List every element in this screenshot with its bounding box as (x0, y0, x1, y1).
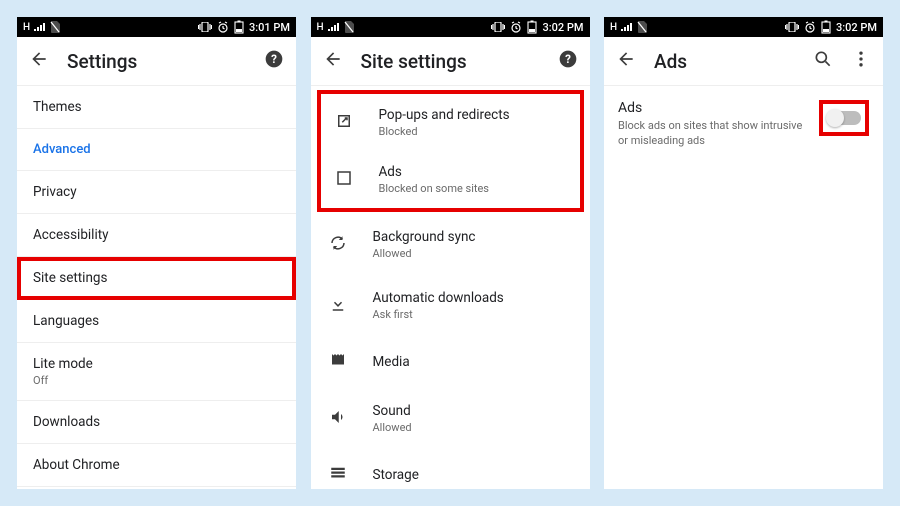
list-item-background-sync[interactable]: Background sync Allowed (311, 214, 590, 275)
no-sim-icon (637, 21, 647, 33)
section-advanced: Advanced (17, 129, 296, 171)
download-icon (329, 295, 347, 317)
list-item-languages[interactable]: Languages (17, 300, 296, 343)
site-settings-list: Pop-ups and redirects Blocked Ads Blocke… (311, 85, 590, 489)
signal-type-label: H (23, 22, 30, 33)
status-bar: H 3:02 PM (604, 17, 883, 37)
page-title: Ads (654, 50, 795, 73)
list-item-storage[interactable]: Storage (311, 449, 590, 489)
svg-text:?: ? (565, 52, 571, 66)
list-item-auto-downloads[interactable]: Automatic downloads Ask first (311, 275, 590, 336)
help-icon[interactable]: ? (558, 49, 578, 73)
list-item-site-settings[interactable]: Site settings (17, 257, 296, 300)
overflow-menu-icon[interactable] (851, 49, 871, 73)
ads-toggle-row: Ads Block ads on sites that show intrusi… (604, 86, 883, 163)
search-icon[interactable] (813, 49, 833, 73)
status-bar: H 3:01 PM (17, 17, 296, 37)
alarm-icon (217, 21, 229, 33)
help-icon[interactable]: ? (264, 49, 284, 73)
app-bar: Site settings ? (311, 37, 590, 85)
app-bar: Ads (604, 37, 883, 85)
list-item-ads[interactable]: Ads Blocked on some sites (321, 151, 580, 208)
list-item-themes[interactable]: Themes (17, 86, 296, 129)
clock-label: 3:02 PM (836, 21, 877, 34)
ads-content: Ads Block ads on sites that show intrusi… (604, 85, 883, 489)
back-icon[interactable] (29, 49, 49, 73)
no-sim-icon (50, 21, 60, 33)
status-bar: H 3:02 PM (311, 17, 590, 37)
vibrate-icon (198, 22, 212, 32)
back-icon[interactable] (323, 49, 343, 73)
list-item-lite-mode[interactable]: Lite mode Off (17, 343, 296, 401)
no-sim-icon (344, 21, 354, 33)
signal-type-label: H (317, 22, 324, 33)
list-item-sound[interactable]: Sound Allowed (311, 388, 590, 449)
settings-screen: H 3:01 PM Settings ? Themes Advanced Pri… (17, 17, 296, 489)
page-title: Site settings (361, 50, 540, 73)
ads-screen: H 3:02 PM Ads Ads Block ads (604, 17, 883, 489)
ads-label: Ads (618, 100, 807, 116)
ads-icon (335, 169, 353, 191)
popup-icon (335, 112, 353, 134)
storage-icon (329, 464, 347, 486)
back-icon[interactable] (616, 49, 636, 73)
ads-toggle[interactable] (827, 111, 861, 125)
svg-text:?: ? (271, 52, 277, 66)
ads-description: Block ads on sites that show intrusive o… (618, 119, 807, 149)
settings-list: Themes Advanced Privacy Accessibility Si… (17, 85, 296, 489)
signal-icon (34, 22, 46, 32)
sync-icon (329, 234, 347, 256)
sound-icon (329, 408, 347, 430)
alarm-icon (804, 21, 816, 33)
highlighted-group: Pop-ups and redirects Blocked Ads Blocke… (317, 90, 584, 212)
list-item-about-chrome[interactable]: About Chrome (17, 444, 296, 487)
list-item-popups[interactable]: Pop-ups and redirects Blocked (321, 94, 580, 151)
page-title: Settings (67, 50, 246, 73)
media-icon (329, 351, 347, 373)
battery-icon (527, 20, 537, 34)
battery-icon (821, 20, 831, 34)
toggle-highlight (819, 100, 869, 136)
site-settings-screen: H 3:02 PM Site settings ? (311, 17, 590, 489)
battery-icon (234, 20, 244, 34)
vibrate-icon (491, 22, 505, 32)
signal-icon (328, 22, 340, 32)
alarm-icon (510, 21, 522, 33)
app-bar: Settings ? (17, 37, 296, 85)
clock-label: 3:01 PM (249, 21, 290, 34)
list-item-media[interactable]: Media (311, 336, 590, 388)
signal-type-label: H (610, 22, 617, 33)
list-item-accessibility[interactable]: Accessibility (17, 214, 296, 257)
vibrate-icon (785, 22, 799, 32)
signal-icon (621, 22, 633, 32)
clock-label: 3:02 PM (542, 21, 583, 34)
list-item-downloads[interactable]: Downloads (17, 401, 296, 444)
list-item-privacy[interactable]: Privacy (17, 171, 296, 214)
